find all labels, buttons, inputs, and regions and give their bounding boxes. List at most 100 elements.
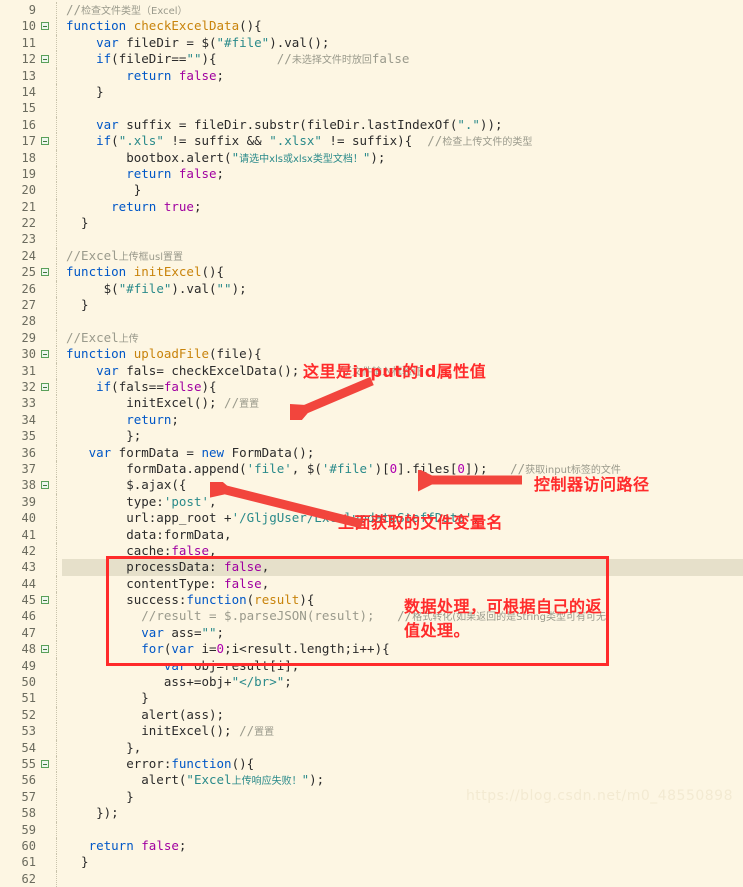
gutter-divider <box>52 674 62 691</box>
code-line[interactable]: 21 return true; <box>0 198 743 216</box>
code-line[interactable]: 23 <box>0 231 743 249</box>
gutter-divider <box>52 821 62 839</box>
code-line[interactable]: 59 <box>0 821 743 839</box>
line-number: 10 <box>0 18 40 35</box>
code-line[interactable]: 18 bootbox.alert("请选中xls或xlsx类型文档！"); <box>0 149 743 167</box>
line-number: 41 <box>0 526 40 543</box>
code-text: } <box>66 215 89 231</box>
code-text: $("#file").val(""); <box>66 280 247 296</box>
fold-toggle-icon[interactable] <box>40 133 52 150</box>
line-number: 25 <box>0 264 40 281</box>
code-line[interactable]: 19 return false; <box>0 165 743 183</box>
fold-toggle-icon[interactable] <box>40 641 52 658</box>
fold-toggle-icon[interactable] <box>40 346 52 363</box>
fold-toggle-icon[interactable] <box>40 378 52 396</box>
gutter-divider <box>52 641 62 659</box>
fold-toggle-icon[interactable] <box>40 51 52 68</box>
fold-toggle-icon[interactable] <box>40 592 52 609</box>
line-number: 30 <box>0 346 40 363</box>
code-line[interactable]: 36 var formData = new FormData(); <box>0 444 743 462</box>
code-text: var suffix = fileDir.substr(fileDir.last… <box>96 116 503 132</box>
code-line[interactable]: 16 var suffix = fileDir.substr(fileDir.l… <box>0 116 743 134</box>
fold-spacer <box>40 231 52 248</box>
gutter-divider <box>52 34 62 52</box>
code-text: } <box>66 297 89 313</box>
code-line[interactable]: 22 } <box>0 215 743 232</box>
gutter-divider <box>52 362 62 380</box>
fold-spacer <box>40 313 52 330</box>
gutter-divider <box>52 411 62 429</box>
code-line[interactable]: 55 error:function(){ <box>0 755 743 773</box>
gutter-divider <box>52 837 62 855</box>
line-number: 37 <box>0 460 40 478</box>
fold-toggle-icon[interactable] <box>40 264 52 281</box>
line-number: 56 <box>0 772 40 789</box>
code-line[interactable]: 27 } <box>0 297 743 314</box>
fold-spacer <box>40 116 52 134</box>
line-number: 48 <box>0 641 40 658</box>
line-number: 11 <box>0 34 40 52</box>
gutter-divider <box>52 870 62 887</box>
line-number: 23 <box>0 231 40 248</box>
fold-spacer <box>40 854 52 871</box>
gutter-divider <box>52 706 62 724</box>
code-line[interactable]: 56 alert("Excel上传响应失败！"); <box>0 772 743 790</box>
code-line[interactable]: 15 <box>0 100 743 118</box>
code-text: initExcel(); //置置 <box>66 723 275 739</box>
code-editor[interactable]: 9 //检查文件类型（Excel） 10 function checkExcelDat… <box>0 0 743 887</box>
code-line[interactable]: 54 }, <box>0 739 743 757</box>
code-line[interactable]: 10 function checkExcelData(){ <box>0 18 743 36</box>
fold-toggle-icon[interactable] <box>40 477 52 494</box>
line-number: 44 <box>0 575 40 593</box>
fold-toggle-icon[interactable] <box>40 18 52 35</box>
gutter-divider <box>52 854 62 872</box>
code-line[interactable]: 13 return false; <box>0 67 743 85</box>
line-number: 43 <box>0 559 40 576</box>
gutter-divider <box>52 444 62 462</box>
line-number: 35 <box>0 428 40 445</box>
gutter-divider <box>52 788 62 806</box>
line-number: 53 <box>0 723 40 740</box>
code-line[interactable]: 50 ass+=obj+"</br>"; <box>0 674 743 691</box>
fold-spacer <box>40 674 52 691</box>
code-lines-container[interactable]: 9 //检查文件类型（Excel） 10 function checkExcelDat… <box>0 0 743 887</box>
annotation-controller-path: 控制器访问路径 <box>534 475 650 494</box>
code-line[interactable]: 26 $("#file").val(""); <box>0 280 743 298</box>
code-line[interactable]: 35 }; <box>0 428 743 445</box>
code-text: function checkExcelData(){ <box>66 18 262 34</box>
gutter-divider <box>52 510 62 527</box>
code-line[interactable]: 20 } <box>0 182 743 200</box>
fold-toggle-icon[interactable] <box>40 755 52 773</box>
gutter-divider <box>52 690 62 708</box>
line-number: 31 <box>0 362 40 379</box>
fold-spacer <box>40 100 52 117</box>
fold-spacer <box>40 706 52 724</box>
code-line[interactable]: 52 alert(ass); <box>0 706 743 724</box>
code-line[interactable]: 53 initExcel(); //置置 <box>0 723 743 740</box>
code-line[interactable]: 62 <box>0 870 743 887</box>
code-line[interactable]: 58 }); <box>0 805 743 822</box>
code-line[interactable]: 9 //检查文件类型（Excel） <box>0 2 743 19</box>
fold-spacer <box>40 198 52 216</box>
code-line[interactable]: 29 //Excel上传 <box>0 329 743 347</box>
code-line[interactable]: 39 type:'post', <box>0 493 743 511</box>
code-line[interactable]: 12 if(fileDir==""){ //未选择文件时放回false <box>0 51 743 68</box>
code-line[interactable]: 25 function initExcel(){ <box>0 264 743 282</box>
code-line[interactable]: 28 <box>0 313 743 331</box>
code-line[interactable]: 14 } <box>0 83 743 101</box>
code-line[interactable]: 60 return false; <box>0 837 743 855</box>
code-line[interactable]: 51 } <box>0 690 743 708</box>
code-line[interactable]: 24 //Excel上传框usl置置 <box>0 247 743 265</box>
code-line[interactable]: 17 if(".xls" != suffix && ".xlsx" != suf… <box>0 133 743 150</box>
code-line[interactable]: 11 var fileDir = $("#file").val(); <box>0 34 743 52</box>
code-line[interactable]: 61 } <box>0 854 743 872</box>
arrow-to-file-id <box>290 376 374 420</box>
code-text: alert("Excel上传响应失败！"); <box>66 772 325 788</box>
code-text: ass+=obj+"</br>"; <box>66 674 292 690</box>
line-number: 22 <box>0 215 40 232</box>
line-number: 39 <box>0 493 40 511</box>
line-number: 42 <box>0 542 40 560</box>
line-number: 38 <box>0 477 40 494</box>
